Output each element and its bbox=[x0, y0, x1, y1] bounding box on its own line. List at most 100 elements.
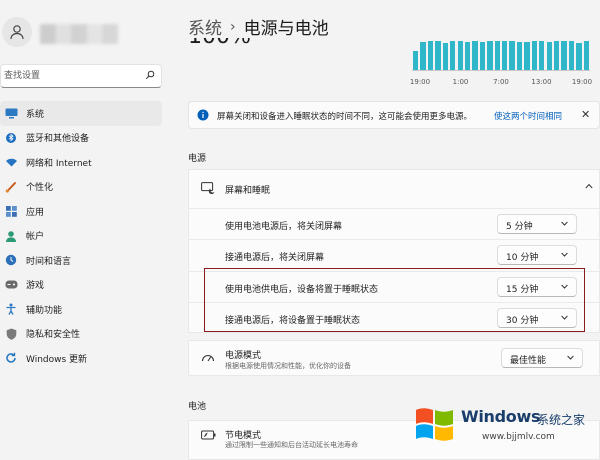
screen-sleep-header[interactable]: 屏幕和睡眠 bbox=[189, 170, 599, 208]
chart-bar bbox=[568, 41, 575, 70]
power-mode-card: 电源模式 根据电源使用情况和性能，优化你的设备 最佳性能 bbox=[188, 340, 600, 376]
info-banner: 屏幕关闭和设备进入睡眠状态的时间不同，这可能会使用更多电源。 使这两个时间相同 … bbox=[188, 101, 600, 129]
battery-saver-description: 通过限制一些通知和后台活动延长电池寿命 bbox=[225, 441, 358, 449]
dropdown-value: 15 分钟 bbox=[506, 285, 539, 295]
sidebar-item-label: 时间和语言 bbox=[26, 256, 72, 267]
dropdown-value: 5 分钟 bbox=[506, 222, 533, 232]
chart-tick-label: 19:00 bbox=[571, 78, 593, 86]
search-icon[interactable] bbox=[145, 70, 155, 80]
chevron-down-icon bbox=[561, 221, 568, 226]
row-label: 接通电源后，将关闭屏幕 bbox=[225, 253, 325, 263]
chart-tick-label: 13:00 bbox=[531, 78, 552, 86]
update-icon bbox=[4, 351, 18, 365]
chart-bar bbox=[494, 41, 500, 70]
page-title: 电源与电池 bbox=[243, 19, 329, 39]
sidebar-item-label: 帐户 bbox=[26, 232, 45, 243]
battery-percentage: 100% bbox=[188, 38, 251, 48]
sidebar-item-privacy[interactable]: 隐私和安全性 bbox=[0, 322, 162, 347]
battery-sleep-dropdown[interactable]: 15 分钟 bbox=[497, 277, 577, 297]
chart-bar bbox=[583, 41, 589, 70]
chart-bar bbox=[539, 41, 545, 70]
breadcrumb: 系统 › 电源与电池 bbox=[188, 14, 329, 40]
banner-close-button[interactable]: ✕ bbox=[581, 108, 590, 121]
watermark-brand: Windows bbox=[461, 407, 541, 426]
chart-bar bbox=[487, 41, 493, 70]
sidebar-item-apps[interactable]: 应用 bbox=[0, 199, 162, 224]
sidebar-item-accessibility[interactable]: 辅助功能 bbox=[0, 297, 162, 322]
make-times-same-link[interactable]: 使这两个时间相同 bbox=[494, 110, 562, 122]
chart-bar bbox=[576, 43, 582, 70]
wifi-icon bbox=[4, 155, 18, 169]
watermark: Windows 系统之家 www.bjjmlv.com bbox=[404, 395, 600, 450]
screen-sleep-card: 屏幕和睡眠 使用电池电源后，将关闭屏幕 5 分钟 接通电源后，将关闭屏幕 10 … bbox=[188, 169, 600, 333]
plugged-screen-off-dropdown[interactable]: 10 分钟 bbox=[497, 245, 577, 265]
sidebar-item-accounts[interactable]: 帐户 bbox=[0, 224, 162, 249]
accessibility-icon bbox=[4, 302, 18, 316]
chevron-down-icon bbox=[567, 355, 574, 360]
account-icon bbox=[4, 229, 18, 243]
sidebar-item-bluetooth[interactable]: 蓝牙和其他设备 bbox=[0, 126, 162, 151]
row-label: 使用电池供电后，设备将置于睡眠状态 bbox=[225, 285, 379, 295]
sidebar-item-label: 蓝牙和其他设备 bbox=[26, 134, 90, 145]
breadcrumb-separator: › bbox=[230, 18, 236, 35]
chart-bar bbox=[516, 41, 523, 70]
chart-tick-label: 1:00 bbox=[452, 78, 469, 86]
watermark-url: www.bjjmlv.com bbox=[482, 432, 555, 442]
dropdown-value: 10 分钟 bbox=[506, 253, 539, 263]
screen-sleep-icon bbox=[201, 182, 215, 194]
chart-bar bbox=[442, 43, 449, 70]
settings-row: 接通电源后，将关闭屏幕 10 分钟 bbox=[189, 239, 599, 271]
chevron-down-icon bbox=[561, 284, 568, 289]
power-mode-description: 根据电源使用情况和性能，优化你的设备 bbox=[225, 362, 351, 370]
sidebar-item-system[interactable]: 系统 bbox=[0, 101, 162, 126]
sidebar-nav: 系统 蓝牙和其他设备 网络和 Internet 个性化 应用 帐户 时间和语言 … bbox=[0, 101, 165, 371]
chart-bar bbox=[435, 40, 441, 70]
apps-icon bbox=[4, 204, 18, 218]
user-name-blurred bbox=[40, 24, 118, 44]
chart-bar bbox=[531, 40, 538, 70]
sidebar-item-gaming[interactable]: 游戏 bbox=[0, 273, 162, 298]
sidebar-item-label: Windows 更新 bbox=[26, 354, 88, 365]
sidebar-item-personalization[interactable]: 个性化 bbox=[0, 175, 162, 200]
chart-bars bbox=[412, 40, 590, 71]
watermark-subtitle: 系统之家 bbox=[537, 413, 586, 427]
power-section-title: 电源 bbox=[188, 154, 207, 164]
chart-bar bbox=[472, 41, 478, 70]
chart-bar bbox=[450, 41, 456, 70]
chart-bar bbox=[479, 42, 486, 70]
sidebar-item-label: 系统 bbox=[26, 109, 45, 120]
brush-icon bbox=[4, 180, 18, 194]
chart-bar bbox=[427, 41, 434, 70]
settings-row: 使用电池供电后，设备将置于睡眠状态 15 分钟 bbox=[189, 271, 599, 303]
power-mode-icon bbox=[201, 355, 215, 362]
dropdown-value: 最佳性能 bbox=[510, 356, 547, 366]
sidebar-item-time-language[interactable]: 时间和语言 bbox=[0, 248, 162, 273]
battery-screen-off-dropdown[interactable]: 5 分钟 bbox=[497, 214, 577, 234]
sidebar-item-label: 网络和 Internet bbox=[26, 158, 92, 169]
monitor-icon bbox=[4, 106, 18, 120]
sidebar-item-label: 辅助功能 bbox=[26, 305, 63, 316]
sidebar-item-windows-update[interactable]: Windows 更新 bbox=[0, 346, 162, 371]
shield-icon bbox=[4, 327, 18, 341]
sidebar-item-label: 个性化 bbox=[26, 183, 54, 194]
sidebar-item-network[interactable]: 网络和 Internet bbox=[0, 150, 162, 175]
dropdown-value: 30 分钟 bbox=[506, 316, 539, 326]
chevron-down-icon bbox=[561, 315, 568, 320]
avatar[interactable] bbox=[2, 17, 32, 47]
power-mode-dropdown[interactable]: 最佳性能 bbox=[501, 348, 583, 368]
windows-logo-icon bbox=[416, 408, 453, 441]
search-input[interactable] bbox=[4, 69, 139, 83]
plugged-sleep-dropdown[interactable]: 30 分钟 bbox=[497, 308, 577, 328]
info-icon bbox=[197, 109, 209, 121]
sidebar-item-label: 应用 bbox=[26, 207, 45, 218]
chart-tick-label: 7:00 bbox=[493, 78, 509, 86]
sidebar: 系统 蓝牙和其他设备 网络和 Internet 个性化 应用 bbox=[0, 0, 170, 450]
settings-row: 接通电源后，将设备置于睡眠状态 30 分钟 bbox=[189, 302, 599, 334]
chart-bar bbox=[420, 41, 426, 70]
chart-bar bbox=[553, 41, 560, 70]
breadcrumb-parent[interactable]: 系统 bbox=[188, 14, 222, 39]
chevron-up-icon[interactable] bbox=[585, 183, 593, 189]
power-mode-title: 电源模式 bbox=[225, 351, 262, 361]
row-label: 使用电池电源后，将关闭屏幕 bbox=[225, 222, 343, 232]
search-box[interactable] bbox=[0, 64, 162, 88]
